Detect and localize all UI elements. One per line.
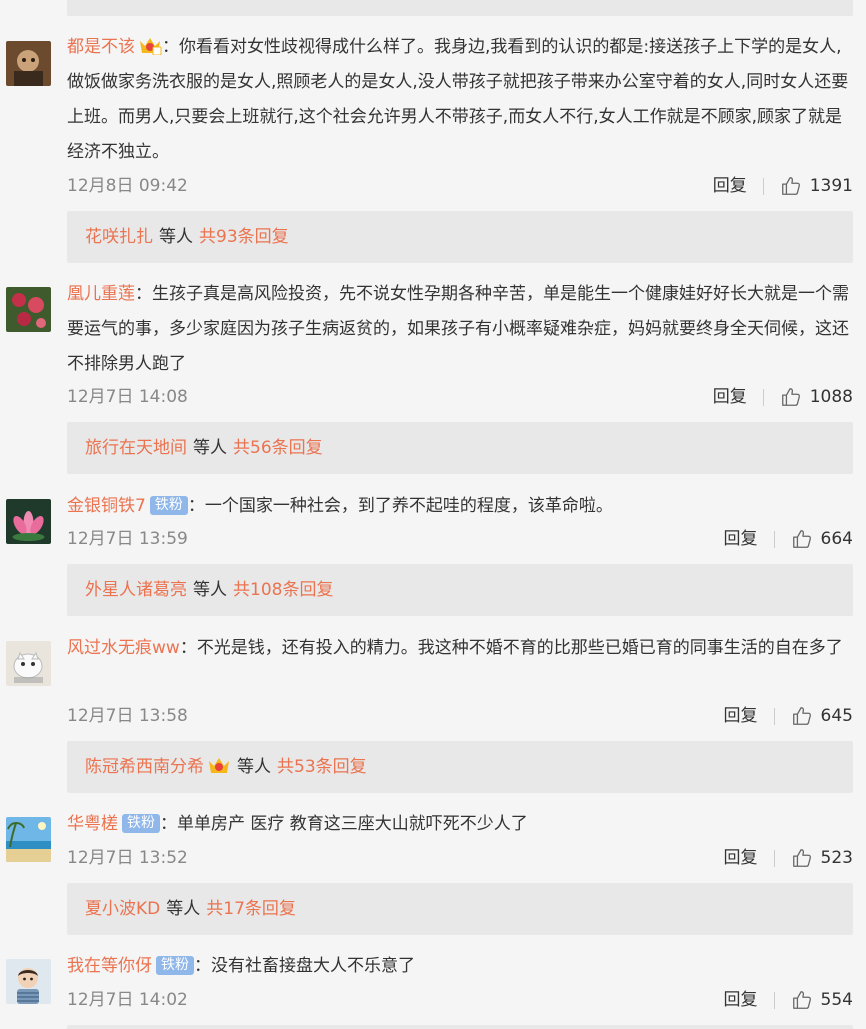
replies-summary[interactable]: 花咲扎扎 等人 共93条回复 [67, 211, 853, 263]
timestamp: 12月8日 09:42 [67, 176, 188, 196]
timestamp: 12月7日 13:52 [67, 848, 188, 868]
replies-summary[interactable]: 夏小波KD 等人 共17条回复 [67, 883, 853, 935]
comment-meta: 12月7日 13:58 回复 645 [67, 703, 853, 729]
comment-meta: 12月7日 14:02 回复 554 [67, 987, 853, 1013]
replies-summary[interactable]: 旅行在天地间 等人 共56条回复 [67, 422, 853, 474]
replier-name[interactable]: 陈冠希西南分希 [85, 757, 204, 777]
like-icon[interactable] [791, 989, 813, 1011]
comment-text: 不光是钱，还有投入的精力。我这种不婚不育的比那些已婚已育的同事生活的自在多了 [196, 638, 843, 658]
username[interactable]: 华粤槎 [67, 814, 118, 834]
comment-text: 没有社畜接盘大人不乐意了 [211, 956, 415, 976]
like-count: 664 [820, 529, 853, 549]
like-count: 523 [820, 848, 853, 868]
username[interactable]: 我在等你伢 [67, 956, 152, 976]
like-icon[interactable] [780, 386, 802, 408]
replies-summary[interactable]: 陈冠希西南分希 等人 共53条回复 [67, 741, 853, 793]
reply-button[interactable]: 回复 [713, 384, 747, 410]
replier-name[interactable]: 旅行在天地间 [85, 438, 187, 458]
comment-text: 单单房产 医疗 教育这三座大山就吓死不少人了 [177, 814, 528, 834]
fan-badge: 铁粉 [156, 956, 194, 975]
comment-text-block: 风过水无痕ww：不光是钱，还有投入的精力。我这种不婚不育的比那些已婚已育的同事生… [67, 638, 843, 658]
divider [773, 707, 775, 725]
reply-count-link[interactable]: 共93条回复 [199, 227, 289, 247]
reply-button[interactable]: 回复 [724, 526, 758, 552]
avatar[interactable] [6, 287, 51, 332]
timestamp: 12月7日 14:08 [67, 387, 188, 407]
reply-button[interactable]: 回复 [713, 173, 747, 199]
username[interactable]: 凰儿重莲 [67, 284, 135, 304]
username[interactable]: 金银铜铁7 [67, 496, 146, 516]
reply-count-link[interactable]: 共53条回复 [277, 757, 367, 777]
username[interactable]: 都是不该 [67, 37, 135, 57]
avatar[interactable] [6, 499, 51, 544]
reply-button[interactable]: 回复 [724, 987, 758, 1013]
comment-text-block: 都是不该 ：你看看对女性歧视得成什么样了。我身边,我看到的认识的都是:接送孩子上下… [67, 30, 853, 170]
avatar[interactable] [6, 959, 51, 1004]
comment-text: 一个国家一种社会，到了养不起哇的程度，该革命啦。 [204, 496, 613, 516]
reply-count-link[interactable]: 共56条回复 [233, 438, 323, 458]
crown-icon [207, 744, 231, 773]
comment-text: 生孩子真是高风险投资，先不说女性孕期各种辛苦，单是能生一个健康娃好好长大就是一个… [67, 284, 849, 374]
comment-meta: 12月7日 13:59 回复 664 [67, 526, 853, 552]
like-count: 645 [820, 706, 853, 726]
like-icon[interactable] [780, 175, 802, 197]
divider [773, 991, 775, 1009]
replier-name[interactable]: 花咲扎扎 [85, 227, 153, 247]
replier-name[interactable]: 外星人诸葛亮 [85, 580, 187, 600]
like-count: 1088 [809, 387, 853, 407]
comment-meta: 12月7日 14:08 回复 1088 [67, 384, 853, 410]
replies-summary [67, 1025, 853, 1029]
comment-meta: 12月8日 09:42 回复 1391 [67, 173, 853, 199]
divider [773, 849, 775, 867]
fan-badge: 铁粉 [122, 814, 160, 833]
like-count: 1391 [809, 176, 853, 196]
timestamp: 12月7日 13:58 [67, 706, 188, 726]
reply-button[interactable]: 回复 [724, 845, 758, 871]
reply-count-link[interactable]: 共108条回复 [233, 580, 333, 600]
comment-meta: 12月7日 13:52 回复 523 [67, 845, 853, 871]
avatar[interactable] [6, 817, 51, 862]
avatar[interactable] [6, 41, 51, 86]
crown-icon [138, 33, 162, 56]
timestamp: 12月7日 14:02 [67, 990, 188, 1010]
divider [762, 177, 764, 195]
like-icon[interactable] [791, 847, 813, 869]
username[interactable]: 风过水无痕ww [67, 638, 180, 658]
previous-replies-box [67, 0, 853, 16]
comment-text-block: 金银铜铁7 铁粉 ：一个国家一种社会，到了养不起哇的程度，该革命啦。 [67, 496, 613, 516]
replier-name[interactable]: 夏小波KD [85, 899, 160, 919]
like-count: 554 [820, 990, 853, 1010]
comment-text-block: 我在等你伢 铁粉 ：没有社畜接盘大人不乐意了 [67, 956, 415, 976]
comment-feed: 都是不该 ：你看看对女性歧视得成什么样了。我身边,我看到的认识的都是:接送孩子上下… [0, 0, 866, 1029]
replies-summary[interactable]: 外星人诸葛亮 等人 共108条回复 [67, 564, 853, 616]
timestamp: 12月7日 13:59 [67, 529, 188, 549]
like-icon[interactable] [791, 705, 813, 727]
comment-text-block: 凰儿重莲：生孩子真是高风险投资，先不说女性孕期各种辛苦，单是能生一个健康娃好好长… [67, 284, 849, 374]
divider [762, 388, 764, 406]
avatar[interactable] [6, 641, 51, 686]
comment-text: 你看看对女性歧视得成什么样了。我身边,我看到的认识的都是:接送孩子上下学的是女人… [67, 37, 849, 162]
reply-button[interactable]: 回复 [724, 703, 758, 729]
divider [773, 530, 775, 548]
like-icon[interactable] [791, 528, 813, 550]
fan-badge: 铁粉 [149, 496, 188, 515]
reply-count-link[interactable]: 共17条回复 [206, 899, 296, 919]
comment-text-block: 华粤槎 铁粉 ：单单房产 医疗 教育这三座大山就吓死不少人了 [67, 814, 528, 834]
